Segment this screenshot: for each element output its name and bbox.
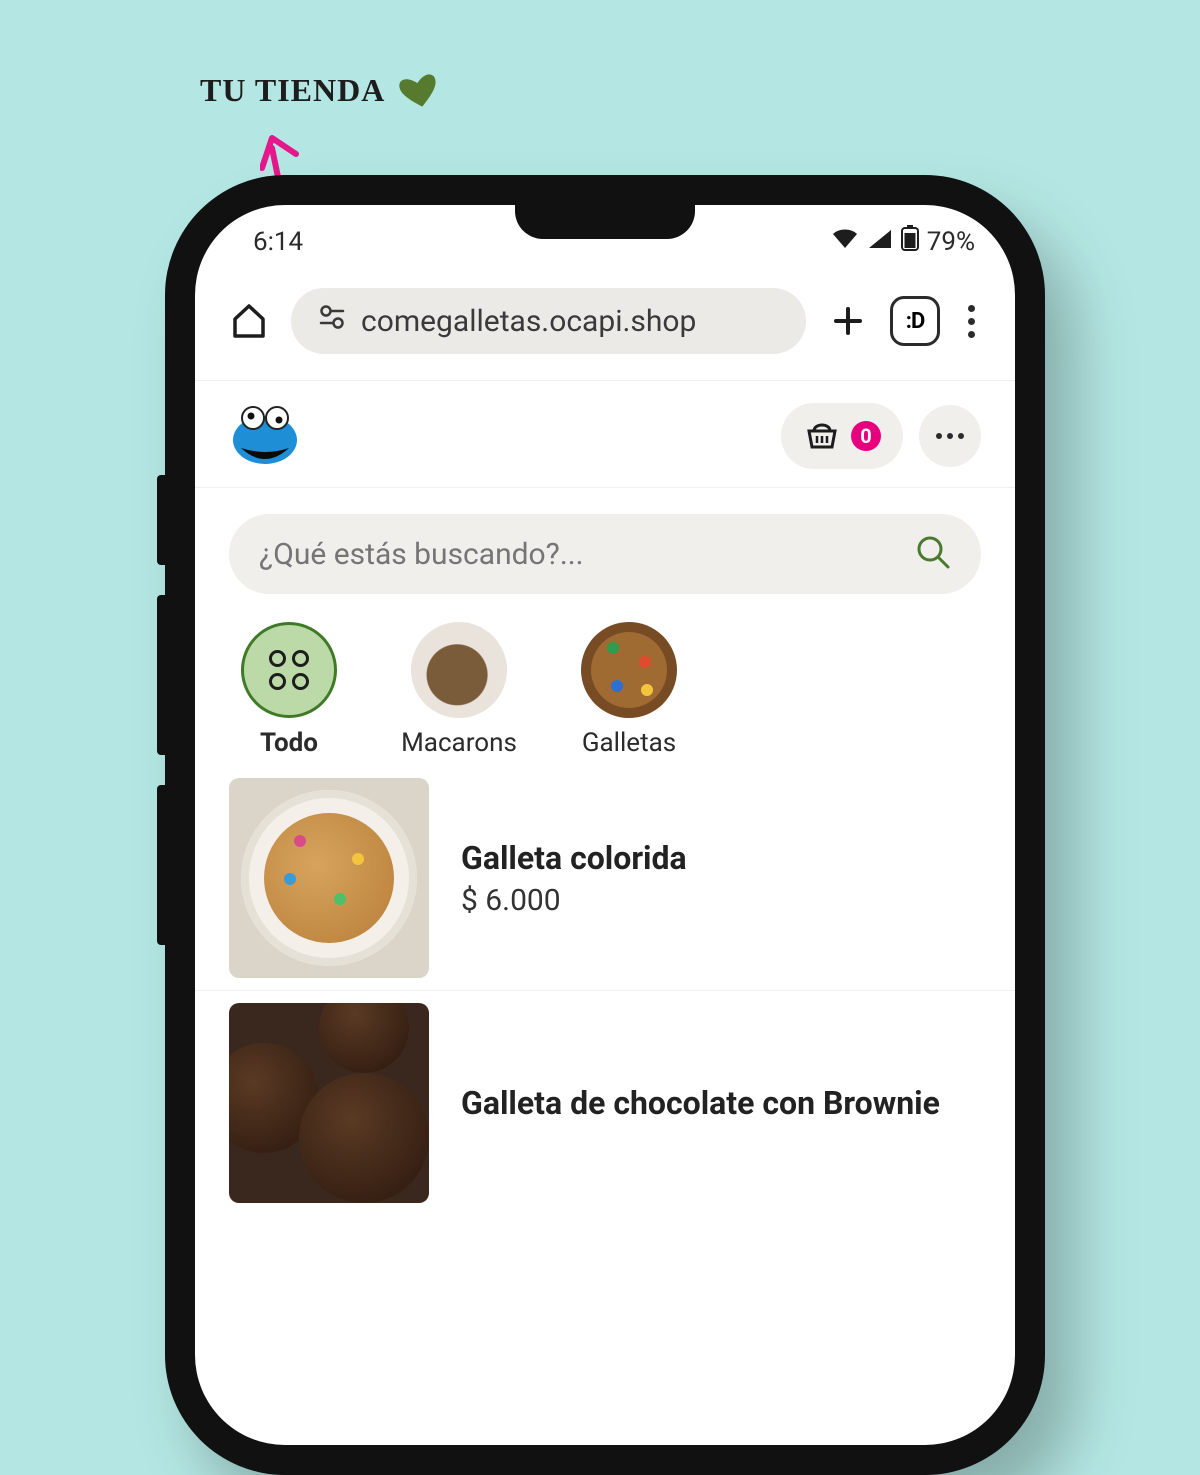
- wifi-icon: [831, 227, 859, 257]
- category-todo[interactable]: Todo: [229, 622, 349, 758]
- category-macarons[interactable]: Macarons: [399, 622, 519, 758]
- annotation-text: TU TIENDA: [200, 72, 385, 109]
- browser-menu-button[interactable]: [962, 305, 981, 338]
- shop-header: 0: [195, 381, 1015, 488]
- product-image: [229, 778, 429, 978]
- category-image: [581, 622, 677, 718]
- site-settings-icon: [317, 302, 347, 340]
- shop-menu-button[interactable]: [919, 405, 981, 467]
- product-name: Galleta de chocolate con Brownie: [461, 1084, 940, 1122]
- grid-icon: [241, 622, 337, 718]
- basket-icon: [803, 417, 841, 455]
- category-galletas[interactable]: Galletas: [569, 622, 689, 758]
- category-image: [411, 622, 507, 718]
- category-label: Galletas: [582, 728, 676, 758]
- phone-frame: 6:14 79%: [165, 175, 1045, 1475]
- browser-home-button[interactable]: [229, 301, 269, 341]
- new-tab-button[interactable]: [828, 301, 868, 341]
- url-bar[interactable]: comegalletas.ocapi.shop: [291, 288, 806, 354]
- phone-notch: [515, 205, 695, 239]
- url-text: comegalletas.ocapi.shop: [361, 304, 696, 339]
- shop-logo[interactable]: [229, 406, 301, 466]
- annotation-label: TU TIENDA: [200, 72, 441, 109]
- search-bar[interactable]: [229, 514, 981, 594]
- status-time: 6:14: [253, 227, 303, 257]
- tabs-button[interactable]: :D: [890, 296, 940, 346]
- category-label: Macarons: [401, 728, 517, 758]
- battery-icon: [901, 225, 919, 258]
- product-name: Galleta colorida: [461, 839, 687, 877]
- search-icon[interactable]: [915, 534, 951, 574]
- heart-icon: [397, 73, 441, 109]
- product-item[interactable]: Galleta colorida $ 6.000: [195, 766, 1015, 990]
- cell-signal-icon: [867, 227, 893, 257]
- product-price: $ 6.000: [461, 883, 687, 918]
- cart-count-badge: 0: [851, 421, 881, 451]
- battery-percent: 79%: [927, 227, 975, 257]
- search-input[interactable]: [259, 537, 915, 572]
- category-strip: Todo Macarons Galletas: [195, 604, 1015, 766]
- product-item[interactable]: Galleta de chocolate con Brownie: [195, 990, 1015, 1215]
- category-label: Todo: [260, 728, 318, 758]
- tabs-count: :D: [906, 309, 925, 334]
- phone-screen: 6:14 79%: [195, 205, 1015, 1445]
- product-image: [229, 1003, 429, 1203]
- cart-button[interactable]: 0: [781, 403, 903, 469]
- browser-bar: comegalletas.ocapi.shop :D: [195, 262, 1015, 381]
